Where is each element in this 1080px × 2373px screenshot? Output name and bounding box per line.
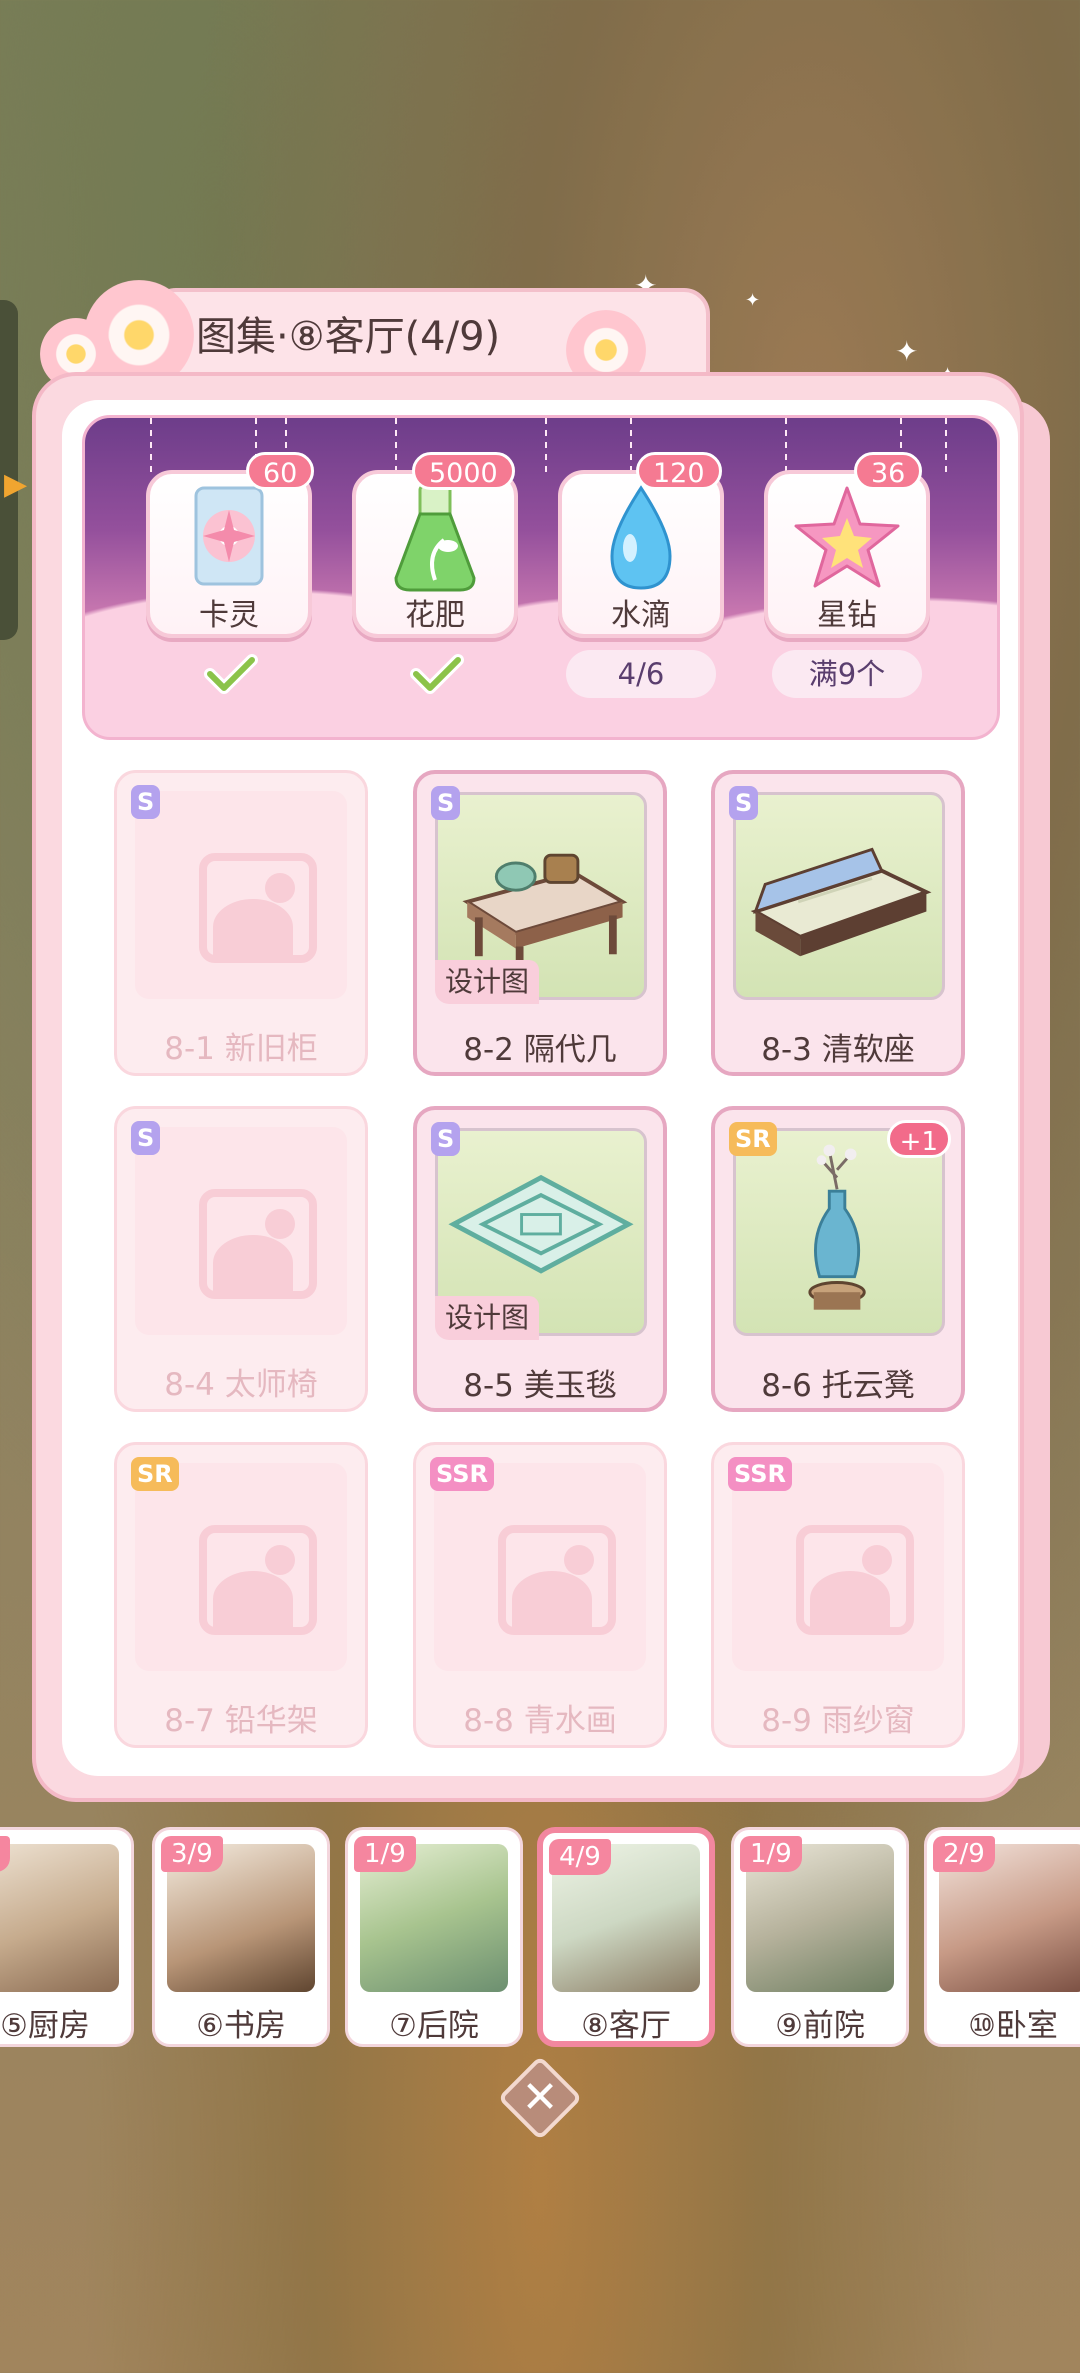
image-placeholder-icon	[199, 1525, 317, 1635]
room-tab-kitchen[interactable]: /9 ⑤厨房	[0, 1827, 134, 2047]
room-tab-living-room[interactable]: 4/9 ⑧客厅	[537, 1827, 715, 2047]
page-title: 图集·⑧客厅(4/9)	[196, 314, 501, 360]
rarity-badge: S	[431, 786, 461, 820]
hanging-string	[545, 418, 547, 478]
hanging-string	[785, 418, 787, 478]
reward-count-badge: 60	[246, 452, 315, 490]
item-card-locked[interactable]: SSR 8-9 雨纱窗	[711, 1442, 965, 1748]
image-placeholder-icon	[796, 1525, 914, 1635]
hanging-string	[150, 418, 152, 478]
item-label: 8-3 清软座	[761, 1032, 915, 1068]
item-image-placeholder	[135, 1127, 347, 1335]
reward-count-badge: 120	[636, 452, 722, 490]
vase-icon	[808, 1144, 866, 1310]
blueprint-tag: 设计图	[435, 1296, 540, 1340]
chevron-right-icon[interactable]: ▶	[4, 465, 27, 505]
room-label: ⑨前院	[775, 2008, 865, 2044]
sparkle-icon: ✦	[895, 335, 919, 368]
item-label: 8-7 铅华架	[164, 1703, 318, 1739]
room-label: ⑥书房	[196, 2008, 286, 2044]
rarity-badge: SR	[131, 1457, 179, 1491]
image-placeholder-icon	[199, 1189, 317, 1299]
blueprint-tag: 设计图	[435, 960, 540, 1004]
sparkle-icon: ✦	[745, 290, 761, 311]
reward-progress: 4/6	[566, 650, 716, 698]
check-icon	[204, 654, 258, 694]
rarity-badge: S	[131, 1121, 161, 1155]
item-image-placeholder	[434, 1463, 646, 1671]
image-placeholder-icon	[498, 1525, 616, 1635]
rarity-badge: S	[131, 785, 161, 819]
rarity-badge: SSR	[728, 1457, 792, 1491]
check-icon	[410, 654, 464, 694]
item-label: 8-5 美玉毯	[463, 1368, 617, 1404]
room-tab-bedroom[interactable]: 2/9 ⑩卧室	[924, 1827, 1080, 2047]
item-image-placeholder	[135, 791, 347, 999]
rarity-badge: SSR	[430, 1457, 494, 1491]
room-progress-badge: 4/9	[549, 1839, 611, 1875]
room-label: ⑩卧室	[968, 2008, 1058, 2044]
room-thumbnail	[0, 1844, 119, 1992]
close-icon[interactable]: ✕	[510, 2068, 570, 2128]
item-image-placeholder	[732, 1463, 944, 1671]
sofa-icon	[750, 847, 932, 957]
item-card-locked[interactable]: S 8-1 新旧柜	[114, 770, 368, 1076]
item-label: 8-6 托云凳	[761, 1368, 915, 1404]
hanging-string	[630, 418, 632, 478]
rarity-badge: SR	[729, 1122, 777, 1156]
room-progress-badge: 1/9	[354, 1836, 416, 1872]
reward-count-badge: 36	[854, 452, 923, 490]
hanging-string	[395, 418, 397, 478]
rarity-badge: S	[729, 786, 759, 820]
reward-label: 星钻	[817, 598, 877, 633]
item-image	[733, 792, 945, 1000]
room-tab-study[interactable]: 3/9 ⑥书房	[152, 1827, 330, 2047]
item-label: 8-8 青水画	[463, 1703, 617, 1739]
item-card[interactable]: S 设计图 8-5 美玉毯	[413, 1106, 667, 1412]
item-card-locked[interactable]: SSR 8-8 青水画	[413, 1442, 667, 1748]
reward-label: 花肥	[405, 598, 465, 633]
reward-label: 卡灵	[199, 598, 259, 633]
item-card-locked[interactable]: SR 8-7 铅华架	[114, 1442, 368, 1748]
room-progress-badge: 1/9	[740, 1836, 802, 1872]
room-progress-badge: 2/9	[933, 1836, 995, 1872]
item-label: 8-9 雨纱窗	[761, 1703, 915, 1739]
room-progress-badge: 3/9	[161, 1836, 223, 1872]
item-label: 8-1 新旧柜	[164, 1031, 318, 1067]
item-card[interactable]: S 8-3 清软座	[711, 770, 965, 1076]
item-label: 8-2 隔代几	[463, 1032, 617, 1068]
room-label: ⑦后院	[389, 2008, 479, 2044]
reward-count-badge: 5000	[412, 452, 515, 490]
room-label: ⑧客厅	[581, 2008, 671, 2044]
item-card[interactable]: S 设计图 8-2 隔代几	[413, 770, 667, 1076]
room-tab-front-yard[interactable]: 1/9 ⑨前院	[731, 1827, 909, 2047]
hanging-string	[945, 418, 947, 478]
reward-label: 水滴	[611, 598, 671, 633]
item-card[interactable]: SR +1 8-6 托云凳	[711, 1106, 965, 1412]
extra-count-badge: +1	[886, 1120, 951, 1158]
image-placeholder-icon	[199, 853, 317, 963]
item-label: 8-4 太师椅	[164, 1367, 318, 1403]
reward-progress: 满9个	[772, 650, 922, 698]
room-label: ⑤厨房	[0, 2008, 90, 2044]
item-image-placeholder	[135, 1463, 347, 1671]
rarity-badge: S	[431, 1122, 461, 1156]
room-tab-backyard[interactable]: 1/9 ⑦后院	[345, 1827, 523, 2047]
item-card-locked[interactable]: S 8-4 太师椅	[114, 1106, 368, 1412]
